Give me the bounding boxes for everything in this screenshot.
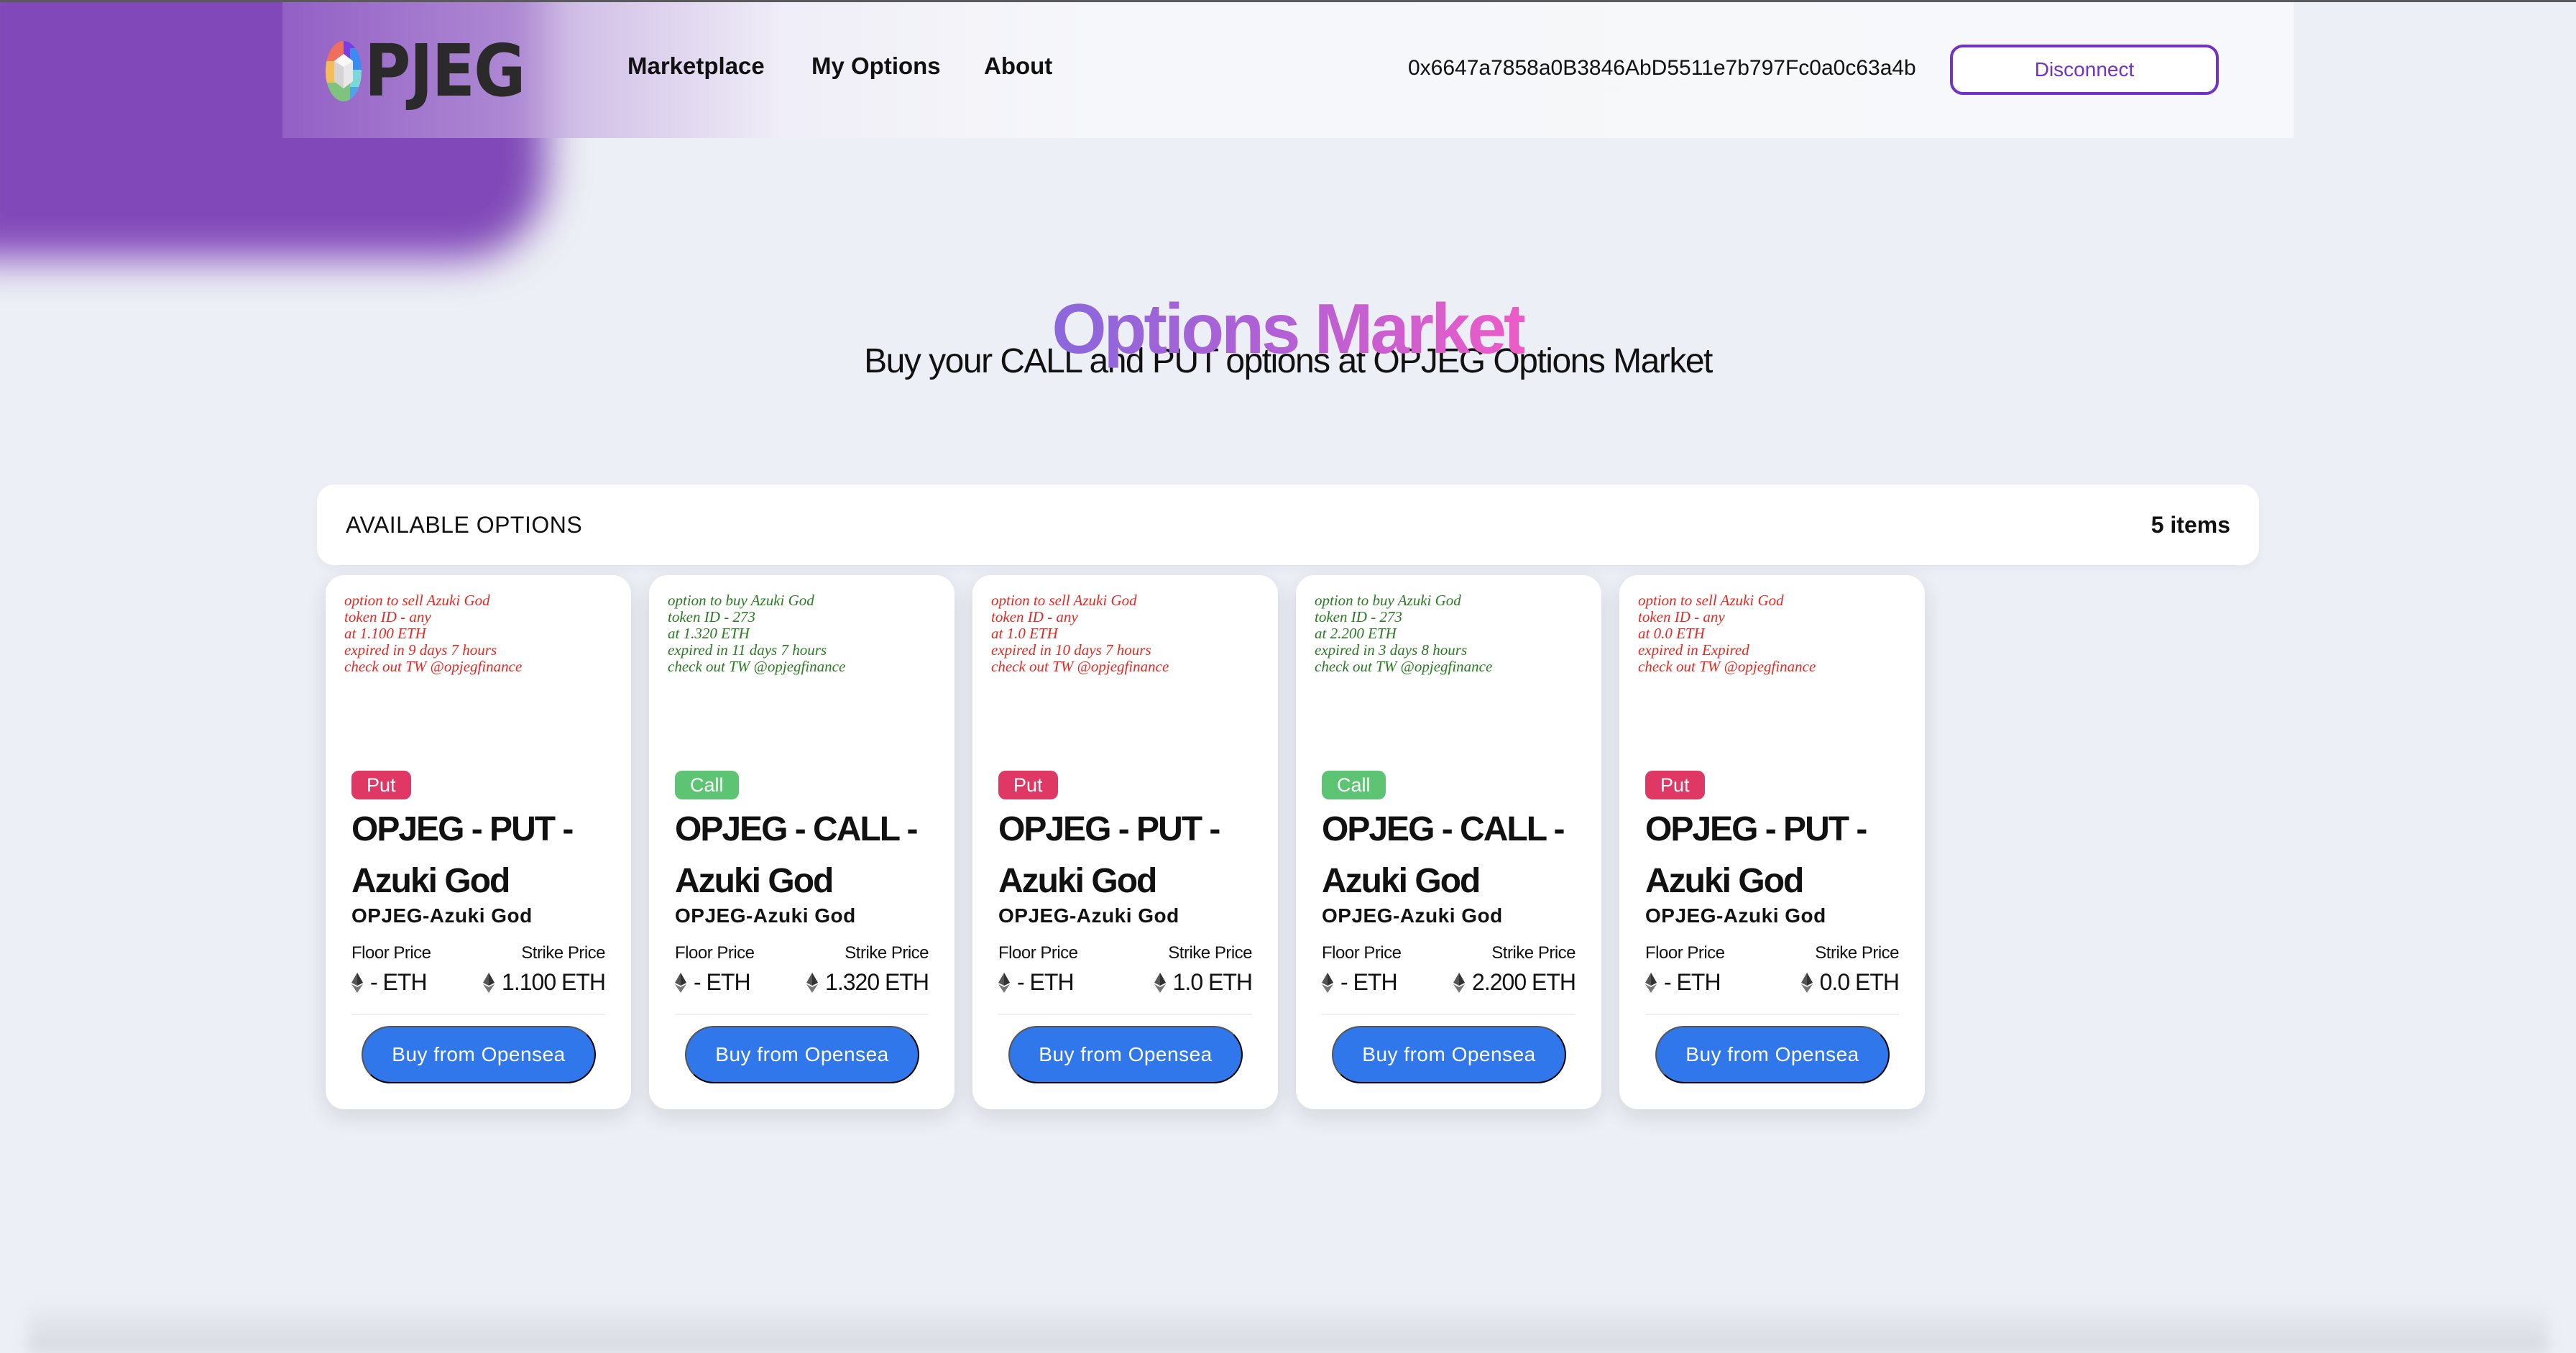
strike-price-label: Strike Price [845,943,929,963]
nav-marketplace[interactable]: Marketplace [627,52,765,80]
page-title: Options Market [0,288,2576,370]
bottom-shadow [29,1303,2547,1353]
window-top-border [0,0,2576,2]
ethereum-icon [675,972,686,993]
option-card: option to sell Azuki God token ID - any … [326,575,631,1109]
ethereum-icon [351,972,363,993]
strike-price-label: Strike Price [521,943,605,963]
available-options-title: AVAILABLE OPTIONS [346,512,583,538]
buy-from-opensea-button[interactable]: Buy from Opensea [362,1026,596,1083]
floor-price-label: Floor Price [998,943,1078,963]
strike-price-value: 1.320 ETH [806,969,929,996]
option-title: OPJEG - PUT - Azuki God [351,810,574,900]
option-card: option to sell Azuki God token ID - any … [1619,575,1925,1109]
strike-price-value: 1.0 ETH [1154,969,1253,996]
strike-price-label: Strike Price [1815,943,1899,963]
ethereum-icon [1154,972,1166,993]
strike-price-text: 1.0 ETH [1172,969,1253,995]
opjeg-logo-icon [326,41,362,101]
strike-price-text: 0.0 ETH [1819,969,1900,995]
nav-about[interactable]: About [984,52,1052,80]
nav-my-options[interactable]: My Options [811,52,941,80]
collection-name: OPJEG-Azuki God [1322,904,1503,927]
option-description: option to buy Azuki God token ID - 273 a… [1315,592,1493,675]
strike-price-label: Strike Price [1168,943,1252,963]
option-description: option to buy Azuki God token ID - 273 a… [668,592,846,675]
floor-price-text: - ETH [1664,969,1721,995]
buy-from-opensea-button[interactable]: Buy from Opensea [1332,1026,1566,1083]
strike-price-value: 0.0 ETH [1800,969,1900,996]
floor-price-label: Floor Price [1645,943,1725,963]
card-divider [1322,1014,1576,1015]
floor-price-value: - ETH [998,969,1075,996]
buy-from-opensea-button[interactable]: Buy from Opensea [685,1026,919,1083]
card-divider [1645,1014,1899,1015]
option-card: option to buy Azuki God token ID - 273 a… [649,575,954,1109]
floor-price-text: - ETH [1017,969,1075,995]
available-options-header: AVAILABLE OPTIONS 5 items [317,485,2259,565]
floor-price-value: - ETH [1322,969,1398,996]
buy-from-opensea-button[interactable]: Buy from Opensea [1008,1026,1243,1083]
floor-price-value: - ETH [675,969,751,996]
strike-price-value: 2.200 ETH [1453,969,1576,996]
floor-price-value: - ETH [351,969,428,996]
option-type-badge: Call [1322,771,1386,799]
collection-name: OPJEG-Azuki God [675,904,856,927]
option-card: option to buy Azuki God token ID - 273 a… [1296,575,1601,1109]
option-title: OPJEG - PUT - Azuki God [998,810,1220,900]
floor-price-text: - ETH [370,969,428,995]
disconnect-button[interactable]: Disconnect [1950,45,2219,95]
ethereum-icon [998,972,1010,993]
ethereum-icon [483,972,495,993]
option-description: option to sell Azuki God token ID - any … [991,592,1169,675]
floor-price-label: Floor Price [675,943,755,963]
ethereum-icon [1645,972,1657,993]
floor-price-text: - ETH [694,969,751,995]
items-count: 5 items [2150,512,2230,538]
top-nav-bar: PJEG Marketplace My Options About 0x6647… [282,2,2294,138]
option-description: option to sell Azuki God token ID - any … [1638,592,1816,675]
ethereum-icon [806,972,819,993]
ethereum-icon [1322,972,1333,993]
option-title: OPJEG - CALL - Azuki God [675,810,918,900]
floor-price-value: - ETH [1645,969,1721,996]
collection-name: OPJEG-Azuki God [998,904,1179,927]
option-description: option to sell Azuki God token ID - any … [344,592,523,675]
logo-text: PJEG [364,29,525,113]
floor-price-label: Floor Price [1322,943,1402,963]
strike-price-text: 1.100 ETH [502,969,606,995]
floor-price-text: - ETH [1340,969,1398,995]
option-type-badge: Call [675,771,739,799]
ethereum-icon [1453,972,1466,993]
brand-logo[interactable]: PJEG [326,29,546,113]
strike-price-value: 1.100 ETH [483,969,606,996]
buy-from-opensea-button[interactable]: Buy from Opensea [1655,1026,1890,1083]
page-title-text: Options Market [1052,288,1527,368]
card-divider [351,1014,605,1015]
collection-name: OPJEG-Azuki God [351,904,533,927]
option-type-badge: Put [351,771,411,799]
option-type-badge: Put [1645,771,1705,799]
strike-price-text: 2.200 ETH [1472,969,1576,995]
card-divider [675,1014,929,1015]
option-type-badge: Put [998,771,1058,799]
strike-price-text: 1.320 ETH [825,969,929,995]
ethereum-icon [1800,972,1813,993]
option-card: option to sell Azuki God token ID - any … [972,575,1278,1109]
floor-price-label: Floor Price [351,943,431,963]
card-divider [998,1014,1252,1015]
option-title: OPJEG - PUT - Azuki God [1645,810,1867,900]
wallet-address: 0x6647a7858a0B3846AbD5511e7b797Fc0a0c63a… [1408,56,1916,80]
option-title: OPJEG - CALL - Azuki God [1322,810,1565,900]
collection-name: OPJEG-Azuki God [1645,904,1826,927]
strike-price-label: Strike Price [1491,943,1576,963]
